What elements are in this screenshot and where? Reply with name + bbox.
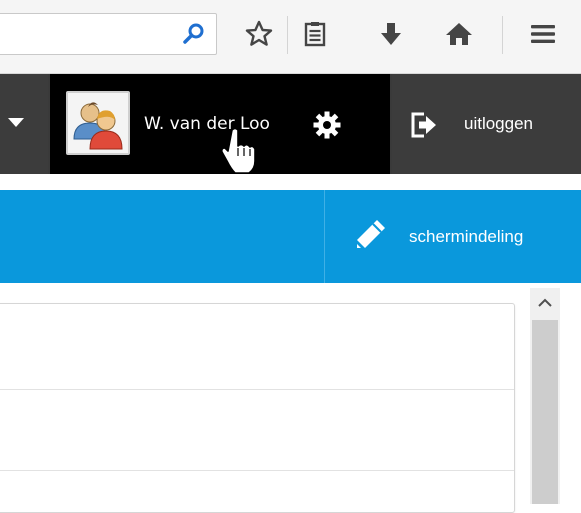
panel-row-divider xyxy=(0,389,514,390)
avatar[interactable] xyxy=(66,91,130,155)
gear-icon[interactable] xyxy=(312,110,342,140)
screen-layout-label: schermindeling xyxy=(409,227,524,246)
screen-layout-button[interactable]: schermindeling xyxy=(325,190,581,283)
action-bar: schermindeling xyxy=(0,190,581,283)
bookmark-star-icon[interactable] xyxy=(244,19,274,49)
search-icon[interactable] xyxy=(182,22,206,46)
browser-toolbar xyxy=(0,0,581,74)
url-search-bar[interactable] xyxy=(0,13,217,55)
toolbar-separator xyxy=(287,16,288,54)
logout-button[interactable]: uitloggen xyxy=(392,74,581,174)
caret-down-icon xyxy=(8,118,24,127)
user-menu[interactable]: W. van der Loo xyxy=(50,74,390,174)
vertical-scrollbar[interactable] xyxy=(530,288,560,504)
scrollbar-thumb[interactable] xyxy=(532,320,558,504)
menu-dropdown[interactable] xyxy=(0,74,48,174)
user-name[interactable]: W. van der Loo xyxy=(144,114,270,134)
content-panel xyxy=(0,303,515,513)
reading-list-icon[interactable] xyxy=(300,19,330,49)
panel-row-divider xyxy=(0,470,514,471)
logout-icon xyxy=(411,112,436,138)
scroll-up-arrow-icon[interactable] xyxy=(530,288,560,318)
home-icon[interactable] xyxy=(444,19,474,49)
hamburger-menu-icon[interactable] xyxy=(528,19,558,49)
pencil-icon xyxy=(357,220,385,248)
toolbar-separator xyxy=(502,16,503,54)
logout-label: uitloggen xyxy=(464,114,534,133)
app-header: W. van der Loo uitloggen xyxy=(0,74,581,174)
download-icon[interactable] xyxy=(376,19,406,49)
avatar-users-icon xyxy=(73,102,123,150)
